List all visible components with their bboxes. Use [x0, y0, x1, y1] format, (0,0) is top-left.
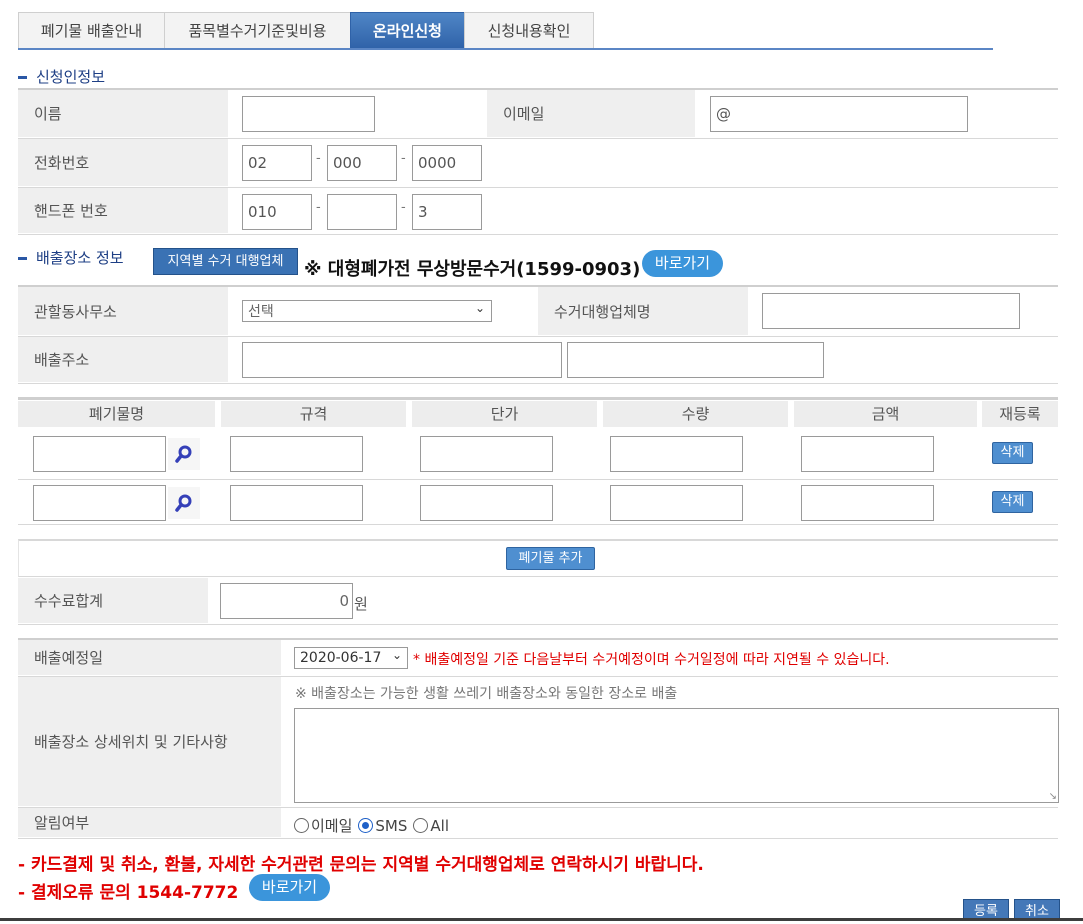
delete-button[interactable]: 삭제 [992, 491, 1033, 513]
section-applicant-title: 신청인정보 [18, 66, 105, 87]
phone-field-2[interactable]: 000 [327, 145, 397, 181]
amount-input[interactable] [801, 485, 934, 521]
quantity-input[interactable] [610, 485, 743, 521]
chevron-down-icon: ⌄ [391, 648, 402, 662]
radio-all[interactable] [413, 818, 429, 833]
waste-name-input[interactable] [33, 485, 166, 521]
quantity-input[interactable] [610, 436, 743, 472]
header-spec: 규격 [221, 401, 406, 427]
amount-input[interactable] [801, 436, 934, 472]
schedule-date-select[interactable]: 2020-06-17 ⌄ [294, 647, 408, 669]
detail-label: 배출장소 상세위치 및 기타사항 [18, 677, 281, 806]
phone-separator: - [316, 151, 321, 166]
waste-name-input[interactable] [33, 436, 166, 472]
radio-sms-label: SMS [375, 816, 408, 835]
resize-handle-icon[interactable]: ↘ [1049, 791, 1057, 802]
unit-price-input[interactable] [420, 485, 553, 521]
office-label: 관할동사무소 [18, 287, 228, 335]
header-waste-name: 폐기물명 [18, 401, 215, 427]
tab-fee-standards[interactable]: 품목별수거기준및비용 [164, 12, 351, 49]
regional-vendor-button[interactable]: 지역별 수거 대행업체 [153, 248, 298, 275]
address-label: 배출주소 [18, 337, 228, 382]
radio-all-label: All [430, 816, 450, 835]
radio-email[interactable] [294, 818, 309, 833]
free-pickup-go-button[interactable]: 바로가기 [642, 250, 723, 277]
tab-online-apply[interactable]: 온라인신청 [350, 12, 465, 49]
footer-notice-2: - 결제오류 문의 1544-7772 [18, 883, 239, 903]
schedule-notice: * 배출예정일 기준 다음날부터 수거예정이며 수거일정에 따라 지연될 수 있… [413, 652, 890, 668]
mobile-separator: - [401, 200, 406, 215]
mobile-field-1[interactable]: 010 [242, 194, 312, 230]
schedule-label: 배출예정일 [18, 640, 281, 675]
email-input[interactable]: @ [710, 96, 968, 132]
phone-separator: - [401, 151, 406, 166]
vendor-name-label: 수거대행업체명 [538, 287, 748, 335]
add-waste-button[interactable]: 폐기물 추가 [506, 547, 595, 570]
fee-label: 수수료합계 [18, 578, 208, 623]
footer-notice-1: - 카드결제 및 취소, 환불, 자세한 수거관련 문의는 지역별 수거대행업체… [18, 855, 704, 875]
header-quantity: 수량 [603, 401, 788, 427]
spec-input[interactable] [230, 436, 363, 472]
mobile-field-2[interactable] [327, 194, 397, 230]
office-select[interactable]: 선택 ⌄ [242, 300, 492, 322]
address-input-2[interactable] [567, 342, 824, 378]
notify-label: 알림여부 [18, 808, 281, 837]
name-label: 이름 [18, 90, 228, 137]
search-icon[interactable] [168, 487, 200, 519]
email-label: 이메일 [487, 90, 695, 137]
mobile-label: 핸드폰 번호 [18, 188, 228, 233]
mobile-field-3[interactable]: 3 [412, 194, 482, 230]
fee-unit: 원 [354, 595, 368, 613]
header-unit-price: 단가 [412, 401, 597, 427]
spec-input[interactable] [230, 485, 363, 521]
phone-field-3[interactable]: 0000 [412, 145, 482, 181]
tab-check-application[interactable]: 신청내용확인 [464, 12, 594, 49]
detail-hint: ※ 배출장소는 가능한 생활 쓰레기 배출장소와 동일한 장소로 배출 [295, 686, 678, 702]
phone-field-1[interactable]: 02 [242, 145, 312, 181]
delete-button[interactable]: 삭제 [992, 442, 1033, 464]
unit-price-input[interactable] [420, 436, 553, 472]
tab-disposal-guide[interactable]: 폐기물 배출안내 [18, 12, 165, 49]
payment-error-go-button[interactable]: 바로가기 [249, 874, 330, 901]
phone-label: 전화번호 [18, 139, 228, 186]
address-input-1[interactable] [242, 342, 562, 378]
search-icon[interactable] [168, 438, 200, 470]
fee-total-input: 0 [220, 583, 353, 619]
vendor-name-input[interactable] [762, 293, 1020, 329]
divider [18, 397, 1058, 400]
free-pickup-notice: ※ 대형폐가전 무상방문수거(1599-0903) [304, 259, 641, 280]
radio-sms[interactable] [358, 818, 374, 833]
section-location-title: 배출장소 정보 [18, 247, 124, 268]
header-reregister: 재등록 [982, 401, 1058, 427]
radio-email-label: 이메일 [311, 817, 353, 835]
name-input[interactable] [242, 96, 375, 132]
notify-options: 이메일 SMS All [294, 815, 449, 836]
tab-underline [18, 48, 993, 50]
detail-textarea[interactable]: ↘ [294, 708, 1059, 803]
chevron-down-icon: ⌄ [474, 301, 485, 315]
header-amount: 금액 [794, 401, 977, 427]
mobile-separator: - [316, 200, 321, 215]
